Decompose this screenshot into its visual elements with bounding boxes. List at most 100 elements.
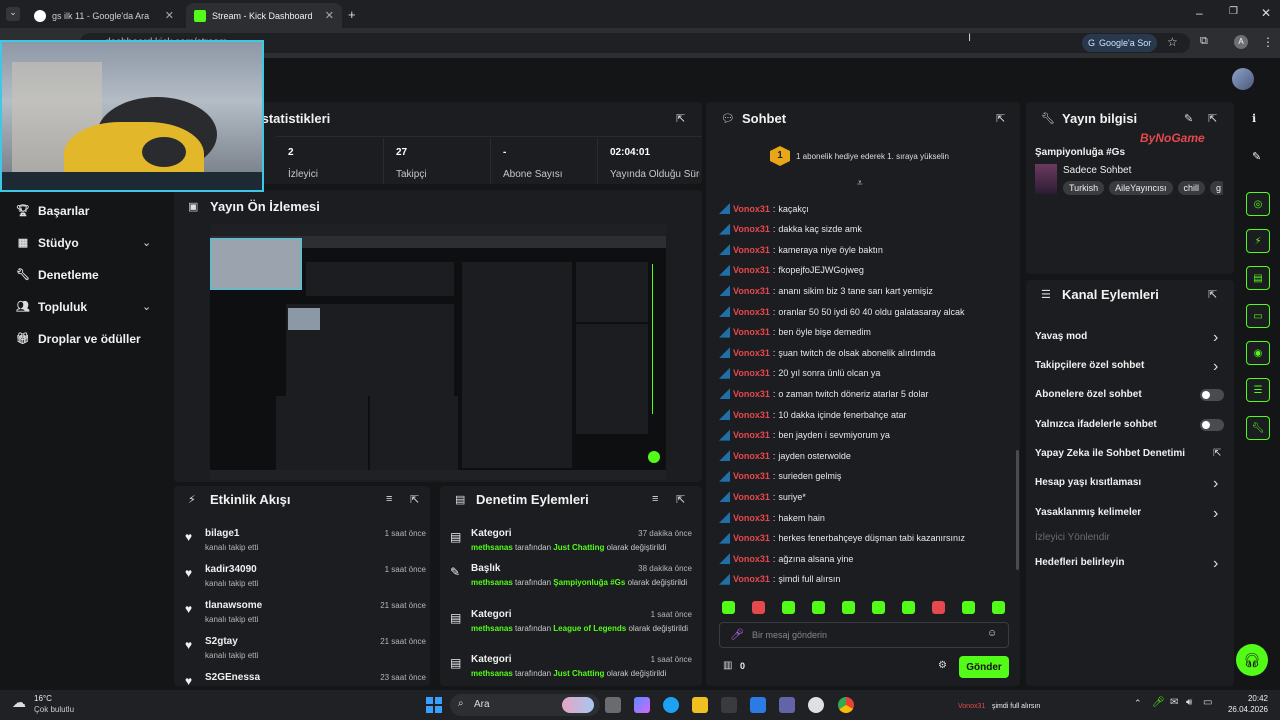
external-link-icon[interactable]: ⇱ <box>1213 448 1221 459</box>
close-icon[interactable]: ✕ <box>325 9 334 22</box>
star-icon[interactable]: ☆ <box>1167 35 1178 49</box>
emote-icon[interactable] <box>902 601 915 614</box>
chat-username[interactable]: Vonox31 <box>733 265 770 275</box>
chevron-up-icon[interactable]: ⌃ <box>1134 698 1142 709</box>
nav-item-achievements[interactable]: 🏆︎ Başarılar <box>16 204 89 218</box>
user-avatar[interactable] <box>1232 68 1254 90</box>
channel-action-label[interactable]: Yalnızca ifadelerle sohbet <box>1035 419 1157 430</box>
popout-icon[interactable]: ⇱ <box>1208 112 1217 125</box>
chat-username[interactable]: Vonox31 <box>733 245 770 255</box>
points-icon[interactable]: ▥ <box>723 660 732 671</box>
chevron-right-icon[interactable]: › <box>1213 329 1218 347</box>
chevron-right-icon[interactable]: › <box>1213 475 1218 493</box>
popout-icon[interactable]: ⇱ <box>1208 288 1217 301</box>
file-explorer-icon[interactable] <box>692 697 708 713</box>
channel-action-label[interactable]: Takipçilere özel sohbet <box>1035 360 1144 371</box>
chevron-right-icon[interactable]: › <box>1213 555 1218 573</box>
chrome-icon[interactable] <box>838 697 854 713</box>
task-view-icon[interactable] <box>605 697 621 713</box>
chat-username[interactable]: Vonox31 <box>733 389 770 399</box>
new-tab-button[interactable]: + <box>348 7 356 22</box>
chat-username[interactable]: Vonox31 <box>733 574 770 584</box>
chat-username[interactable]: Vonox31 <box>733 286 770 296</box>
wrench-rail-icon[interactable]: 🔧︎ <box>1246 416 1270 440</box>
chevron-down-icon[interactable]: ⌄ <box>142 236 151 249</box>
moderator-name[interactable]: methsanas <box>471 578 513 587</box>
extensions-icon[interactable]: ⧉ <box>1200 35 1208 48</box>
mic-icon[interactable]: 🎤︎ <box>1152 697 1165 708</box>
activity-user[interactable]: bilage1 <box>205 528 239 539</box>
tab-list-button[interactable]: ⌄ <box>6 7 20 21</box>
chevron-down-icon[interactable]: ⌄ <box>142 300 151 313</box>
gear-icon[interactable]: ⚙︎ <box>938 660 947 671</box>
teams-icon[interactable] <box>779 697 795 713</box>
moderator-name[interactable]: methsanas <box>471 669 513 678</box>
channel-action-label[interactable]: Abonelere özel sohbet <box>1035 389 1142 400</box>
channel-action-label[interactable]: Yavaş mod <box>1035 331 1087 342</box>
moderator-name[interactable]: methsanas <box>471 624 513 633</box>
edge-icon[interactable] <box>663 697 679 713</box>
emote-icon[interactable] <box>782 601 795 614</box>
copilot-icon[interactable] <box>634 697 650 713</box>
channel-action-label[interactable]: Yapay Zeka ile Sohbet Denetimi <box>1035 448 1185 459</box>
windows-start-icon[interactable] <box>426 697 442 713</box>
activity-user[interactable]: kadir34090 <box>205 564 257 575</box>
stream-preview-video[interactable] <box>210 224 666 480</box>
chat-rail-icon[interactable]: ▭ <box>1246 304 1270 328</box>
pencil-icon[interactable]: ✎ <box>1184 112 1193 125</box>
profile-avatar[interactable]: A <box>1234 35 1248 49</box>
chat-username[interactable]: Vonox31 <box>733 204 770 214</box>
pencil-icon[interactable]: ✎ <box>1252 150 1261 163</box>
chat-username[interactable]: Vonox31 <box>733 492 770 502</box>
filter-icon[interactable]: ≡ <box>386 493 392 505</box>
emote-icon[interactable] <box>752 601 765 614</box>
network-icon[interactable]: ▭ <box>1203 697 1212 708</box>
chat-username[interactable]: Vonox31 <box>733 224 770 234</box>
moderator-name[interactable]: methsanas <box>471 543 513 552</box>
nav-item-moderation[interactable]: 🔧︎ Denetleme <box>16 268 99 282</box>
list-rail-icon[interactable]: ▤ <box>1246 266 1270 290</box>
nav-item-studio[interactable]: ▦ Stüdyo <box>16 236 79 250</box>
volume-icon[interactable]: 🔊︎ <box>1186 697 1192 708</box>
chevron-right-icon[interactable]: › <box>1213 358 1218 376</box>
menu-icon[interactable]: ⋮ <box>1262 35 1274 49</box>
activity-user[interactable]: tlanawsome <box>205 600 262 611</box>
emoji-icon[interactable]: ☺ <box>987 628 997 639</box>
camera-rail-icon[interactable]: ◎ <box>1246 192 1270 216</box>
emote-icon[interactable] <box>722 601 735 614</box>
emote-icon[interactable] <box>812 601 825 614</box>
mail-icon[interactable] <box>750 697 766 713</box>
emote-icon[interactable] <box>842 601 855 614</box>
tab-google-search[interactable]: gs ilk 11 - Google'da Ara ✕ <box>26 3 182 28</box>
broadcast-rail-icon[interactable]: ◉ <box>1246 341 1270 365</box>
send-button[interactable]: Gönder <box>959 656 1009 678</box>
chat-username[interactable]: Vonox31 <box>733 368 770 378</box>
channel-action-label[interactable]: Hedefleri belirleyin <box>1035 557 1124 568</box>
chat-username[interactable]: Vonox31 <box>733 410 770 420</box>
popout-icon[interactable]: ⇱ <box>676 493 685 506</box>
emote-icon[interactable] <box>992 601 1005 614</box>
chat-username[interactable]: Vonox31 <box>733 533 770 543</box>
nav-item-drops-rewards[interactable]: 🎁︎ Droplar ve ödüller <box>16 332 141 346</box>
filter-icon[interactable]: ≡ <box>652 493 658 505</box>
tab-kick-dashboard[interactable]: Stream - Kick Dashboard ✕ <box>186 3 342 28</box>
chat-username[interactable]: Vonox31 <box>733 471 770 481</box>
emote-icon[interactable] <box>962 601 975 614</box>
activity-user[interactable]: S2gtay <box>205 636 238 647</box>
nav-item-community[interactable]: 👥︎ Topluluk <box>16 300 87 314</box>
channel-action-label[interactable]: Hesap yaşı kısıtlaması <box>1035 477 1141 488</box>
chat-username[interactable]: Vonox31 <box>733 430 770 440</box>
emote-icon[interactable] <box>872 601 885 614</box>
chat-username[interactable]: Vonox31 <box>733 513 770 523</box>
support-icon[interactable]: 🎧︎ <box>1236 644 1268 676</box>
store-icon[interactable] <box>721 697 737 713</box>
minimize-icon[interactable]: – <box>1196 6 1203 20</box>
steam-icon[interactable] <box>808 697 824 713</box>
pinned-toggle-icon[interactable]: ⩡ <box>857 178 863 189</box>
chat-username[interactable]: Vonox31 <box>733 451 770 461</box>
chat-scrollbar[interactable] <box>1016 450 1019 570</box>
chevron-right-icon[interactable]: › <box>1213 505 1218 523</box>
popout-icon[interactable]: ⇱ <box>410 493 419 506</box>
google-ask-button[interactable]: G Google'a Sor <box>1082 34 1158 52</box>
toggle-switch[interactable] <box>1200 389 1224 401</box>
